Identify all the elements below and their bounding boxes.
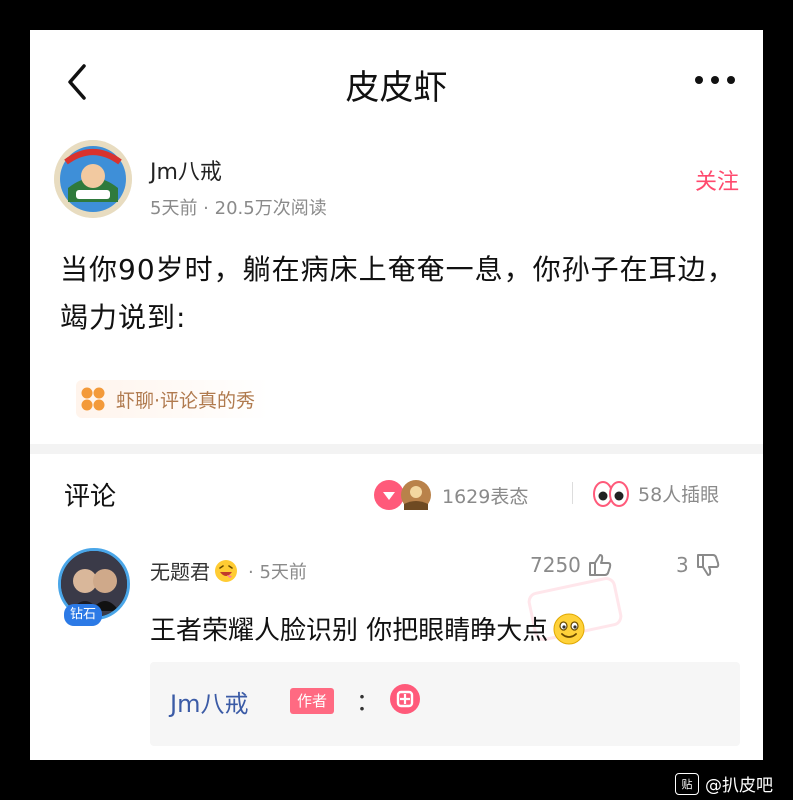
more-button[interactable] [691, 68, 739, 92]
post-views: 20.5万次阅读 [214, 198, 327, 219]
more-icon [695, 76, 735, 84]
topic-label: 虾聊·评论真的秀 [116, 389, 256, 412]
reactions-count: 1629表态 [442, 485, 529, 508]
reactions-summary[interactable]: 1629表态 [372, 478, 528, 512]
topic-tag[interactable]: 虾聊·评论真的秀 [76, 380, 270, 418]
peek-count: 58人插眼 [638, 483, 720, 506]
post-time: 5天前 [150, 198, 198, 219]
post-meta: 5天前 · 20.5万次阅读 [150, 194, 327, 220]
comment-time: · 5天前 [248, 561, 307, 583]
comment-text-row: 王者荣耀人脸识别 你把眼睛睁大点 [150, 610, 586, 647]
thumb-up-icon [588, 554, 612, 576]
weibo-icon: 贴 [675, 772, 699, 795]
thumb-down-icon [696, 554, 719, 576]
post-text: 当你90岁时，躺在病床上奄奄一息，你孙子在耳边，竭力说到: [60, 253, 736, 334]
comments-heading: 评论 [64, 482, 117, 512]
reply-colon: ： [356, 688, 380, 716]
watermark-text: @扒皮吧 [705, 776, 773, 796]
watermark: 贴 @扒皮吧 [675, 771, 773, 796]
top-bar: 皮皮虾 [30, 30, 763, 140]
author-reply[interactable]: Jm八戒 作者 ： [150, 662, 740, 746]
page-title: 皮皮虾 [345, 68, 448, 108]
commenter-name-row: 无题君 · 5天前 [150, 556, 307, 585]
reaction-icon [374, 480, 431, 510]
smile-emoji-icon [553, 613, 585, 644]
follow-button[interactable]: 关注 [695, 164, 739, 196]
section-divider [30, 444, 763, 454]
author-tag: 作者 [290, 688, 335, 714]
author-name[interactable]: Jm八戒 [150, 154, 222, 186]
rank-badge: 钻石 [64, 604, 103, 626]
commenter-name[interactable]: 无题君 [150, 556, 210, 585]
app-screen: 皮皮虾 Jm八戒 5天前 · 20.5万次阅读 关注 当你90岁时，躺在病床上奄… [30, 30, 763, 760]
like-count: 7250 [530, 553, 581, 577]
reply-author-name[interactable]: Jm八戒 [170, 684, 248, 719]
topic-grid-icon [81, 387, 105, 411]
like-button[interactable]: 7250 [530, 552, 613, 578]
comment-text: 王者荣耀人脸识别 你把眼睛睁大点 [150, 616, 549, 646]
peek-summary[interactable]: 58人插眼 [592, 478, 719, 508]
author-avatar[interactable] [54, 140, 132, 218]
dislike-count: 3 [676, 553, 689, 577]
meta-separator: · [197, 198, 215, 219]
grin-emoji-icon [215, 559, 237, 582]
dislike-button[interactable]: 3 [676, 552, 721, 578]
pipixia-emoji-icon [390, 684, 420, 714]
eyes-icon [593, 481, 629, 507]
avatar-image [54, 140, 132, 218]
stats-separator [572, 482, 573, 504]
